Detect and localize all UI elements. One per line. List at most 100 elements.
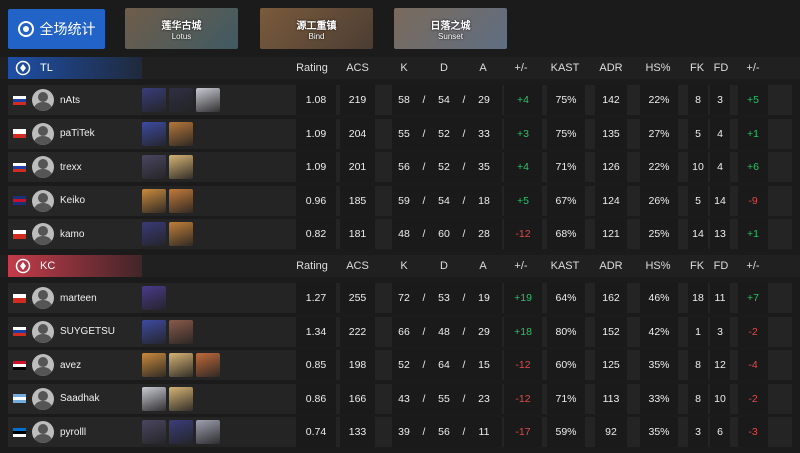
stat-k: 66: [398, 325, 410, 338]
avatar: [32, 354, 54, 376]
kda-cell: 55 / 52 / 33: [392, 118, 502, 149]
column-header: A: [479, 260, 487, 272]
kda-separator: /: [422, 94, 426, 106]
stat-fpm: +5: [738, 85, 768, 115]
player-row: paTiTek 1.09 204 +3 75% 135 27% 5 4 +1 55 / 52 / 33: [0, 118, 800, 149]
stat-a: 33: [478, 127, 490, 140]
agent-icon: [169, 88, 193, 112]
player-cell[interactable]: trexx: [8, 152, 142, 182]
stat-a: 15: [478, 359, 490, 371]
team-tag: TL: [8, 57, 142, 79]
stat-fd: 12: [710, 350, 730, 380]
stat-k: 56: [398, 161, 410, 173]
player-row: kamo 0.82 181 -12 68% 121 25% 14 13 +1 48 / 60 / 28: [0, 219, 800, 249]
agent-icon: [196, 353, 220, 377]
stat-fk: 8: [688, 350, 708, 380]
agent-icons: [142, 350, 294, 380]
player-cell[interactable]: SUYGETSU: [8, 316, 142, 347]
agent-icons: [142, 317, 294, 347]
stat-fk: 5: [688, 118, 708, 149]
stat-a: 18: [478, 194, 490, 207]
stat-acs: 181: [340, 219, 375, 249]
stat-hs: 27%: [640, 118, 678, 149]
kda-cell: 58 / 54 / 29: [392, 85, 502, 115]
stat-fpm: -2: [738, 383, 768, 414]
kda-separator: /: [422, 392, 426, 405]
kda-separator: /: [422, 426, 426, 438]
player-row: pyrolll 0.74 133 -17 59% 92 35% 3 6 -3 39 / 56 / 11: [0, 417, 800, 447]
flag-icon: [13, 327, 26, 336]
stat-fd: 14: [710, 185, 730, 216]
agent-icon: [196, 420, 220, 444]
stat-k: 48: [398, 228, 410, 240]
player-cell[interactable]: Saadhak: [8, 383, 142, 414]
kda-separator: /: [422, 228, 426, 240]
player-name: avez: [60, 359, 82, 371]
player-cell[interactable]: Keiko: [8, 185, 142, 216]
stat-kast: 71%: [547, 383, 585, 414]
agent-icons: [142, 119, 294, 149]
stat-pm: -12: [504, 383, 542, 414]
player-cell[interactable]: paTiTek: [8, 118, 142, 149]
stat-acs: 201: [340, 152, 375, 182]
stat-kast: 80%: [547, 316, 585, 347]
kda-separator: /: [462, 228, 466, 240]
player-row: SUYGETSU 1.34 222 +18 80% 152 42% 1 3 -2 66 / 48 / 29: [0, 316, 800, 347]
column-header: +/-: [514, 62, 528, 74]
stat-hs: 26%: [640, 185, 678, 216]
avatar: [32, 287, 54, 309]
player-cell[interactable]: marteen: [8, 283, 142, 313]
flag-icon: [13, 162, 26, 172]
stat-fpm: +6: [738, 152, 768, 182]
avatar: [32, 189, 54, 212]
flag-icon: [13, 196, 26, 205]
top-bar: 全场统计 莲华古城 Lotus 源工重镇 Bind 日落之城 Sunset: [0, 0, 800, 56]
column-header: FD: [713, 260, 729, 272]
agent-icon: [169, 386, 193, 411]
stat-kast: 71%: [547, 152, 585, 182]
column-header: FK: [689, 260, 705, 272]
stat-fpm: -9: [738, 185, 768, 216]
map-name-cn: 源工重镇: [296, 20, 337, 32]
all-stats-button[interactable]: 全场统计: [8, 9, 105, 49]
map-tab-bind[interactable]: 源工重镇 Bind: [260, 8, 373, 49]
stat-adr: 126: [595, 152, 627, 182]
avatar: [32, 320, 54, 343]
map-tab-lotus[interactable]: 莲华古城 Lotus: [125, 8, 238, 49]
stat-fk: 18: [688, 283, 708, 313]
kda-separator: /: [422, 292, 426, 304]
avatar: [32, 223, 54, 245]
stat-acs: 198: [340, 350, 375, 380]
kda-separator: /: [462, 94, 466, 106]
stat-hs: 22%: [640, 85, 678, 115]
stat-kast: 75%: [547, 85, 585, 115]
player-cell[interactable]: pyrolll: [8, 417, 142, 447]
stat-k: 43: [398, 392, 410, 405]
player-cell[interactable]: avez: [8, 350, 142, 380]
stat-hs: 35%: [640, 417, 678, 447]
stat-d: 53: [438, 292, 450, 304]
stat-fk: 14: [688, 219, 708, 249]
stat-d: 55: [438, 392, 450, 405]
stat-kast: 75%: [547, 118, 585, 149]
agent-icon: [142, 222, 166, 246]
agent-icon: [169, 121, 193, 146]
flag-icon: [13, 360, 26, 370]
stat-a: 29: [478, 325, 490, 338]
map-tab-sunset[interactable]: 日落之城 Sunset: [394, 8, 507, 49]
stat-adr: 142: [595, 85, 627, 115]
stat-rating: 1.08: [296, 85, 336, 115]
avatar: [32, 89, 54, 111]
stat-kast: 68%: [547, 219, 585, 249]
player-cell[interactable]: kamo: [8, 219, 142, 249]
stat-rating: 1.27: [296, 283, 336, 313]
player-cell[interactable]: nAts: [8, 85, 142, 115]
stat-fd: 11: [710, 283, 730, 313]
stat-d: 52: [438, 127, 450, 140]
stat-fd: 13: [710, 219, 730, 249]
agent-icons: [142, 219, 294, 249]
kda-cell: 48 / 60 / 28: [392, 219, 502, 249]
agent-icon: [142, 386, 166, 411]
agent-icons: [142, 417, 294, 447]
stat-fd: 3: [710, 316, 730, 347]
